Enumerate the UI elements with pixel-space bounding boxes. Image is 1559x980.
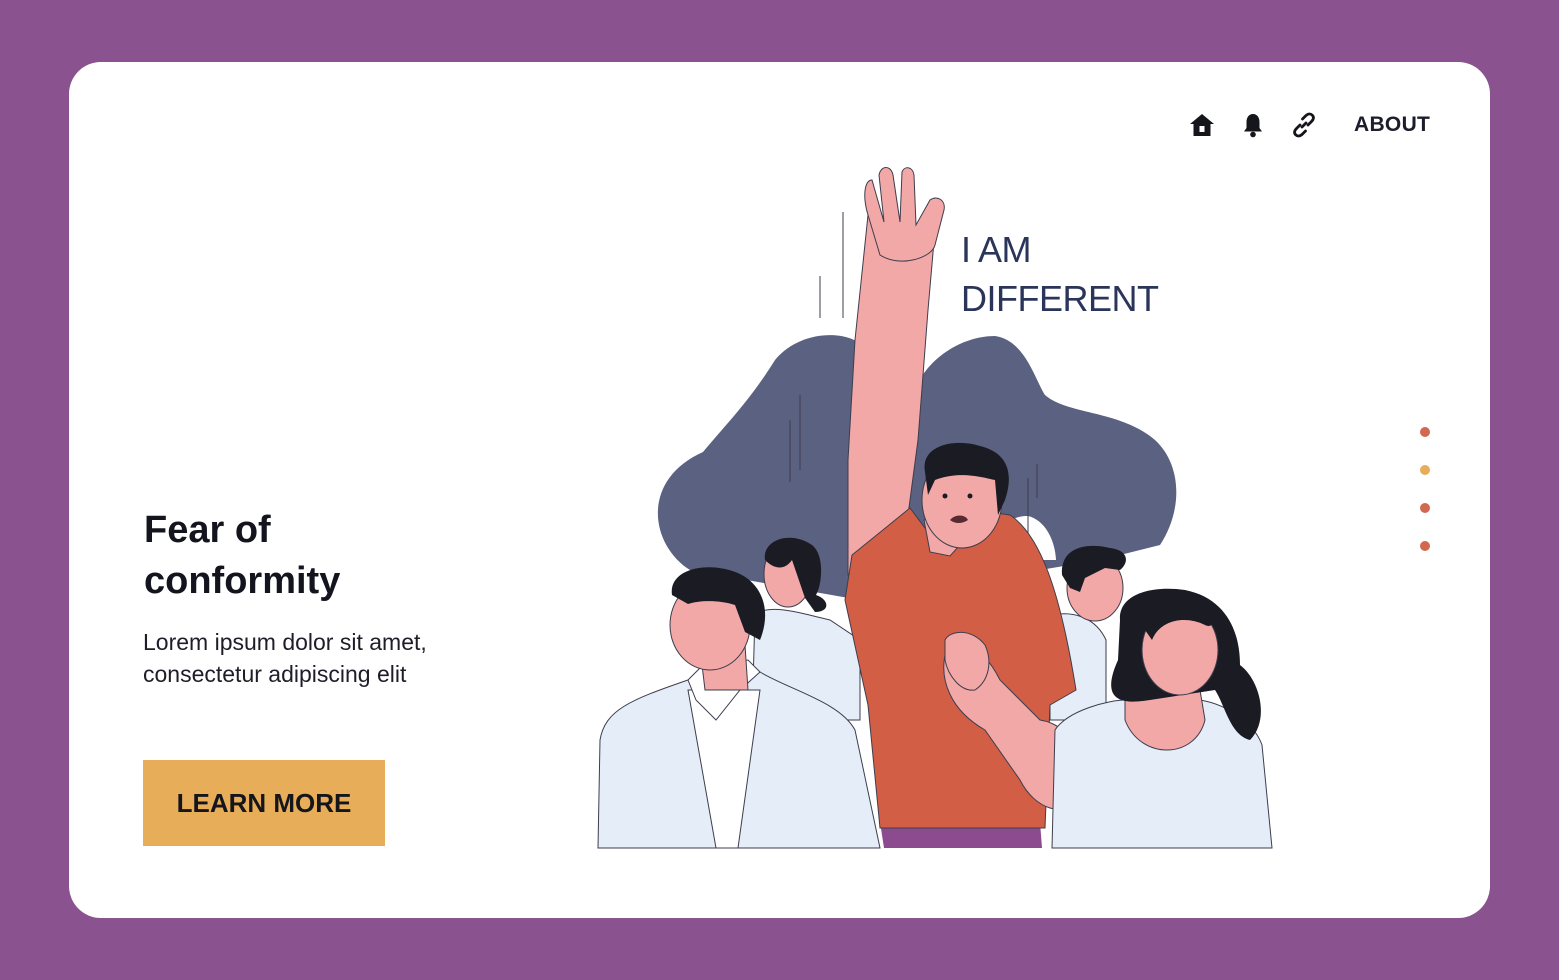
pagination-dot-4[interactable] — [1420, 541, 1430, 551]
about-link[interactable]: ABOUT — [1354, 113, 1430, 137]
slogan-line-2: DIFFERENT — [961, 278, 1159, 319]
home-icon[interactable] — [1185, 108, 1219, 142]
pagination-dots — [1420, 427, 1430, 579]
pagination-dot-2[interactable] — [1420, 465, 1430, 475]
hero-description: Lorem ipsum dolor sit amet, consectetur … — [143, 629, 427, 687]
pagination-dot-3[interactable] — [1420, 503, 1430, 513]
link-icon[interactable] — [1287, 108, 1321, 142]
pagination-dot-1[interactable] — [1420, 427, 1430, 437]
page-title: Fear of conformity — [144, 509, 341, 602]
slogan-line-1: I AM — [961, 229, 1032, 270]
learn-more-button[interactable]: LEARN MORE — [143, 760, 385, 846]
top-nav: ABOUT — [1185, 108, 1430, 142]
illustration-slogan: I AM DIFFERENT — [961, 225, 1159, 323]
bell-icon[interactable] — [1236, 108, 1270, 142]
